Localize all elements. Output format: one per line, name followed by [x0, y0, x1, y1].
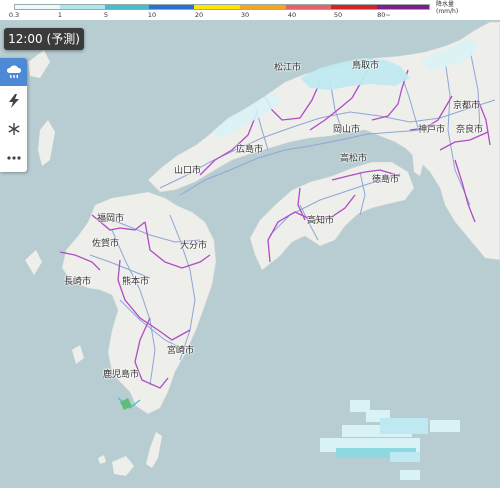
city-label-oita[interactable]: 大分市: [180, 238, 207, 251]
legend-tick-10: 10: [147, 11, 157, 19]
legend-swatch-8: [377, 5, 429, 9]
city-label-tottori[interactable]: 鳥取市: [352, 58, 379, 71]
legend-tick-40: 40: [287, 11, 297, 19]
map-canvas[interactable]: [0, 0, 500, 488]
city-label-takamatsu[interactable]: 高松市: [340, 151, 367, 164]
legend-swatch-3: [149, 5, 195, 9]
city-label-nagasaki[interactable]: 長崎市: [64, 274, 91, 287]
legend-swatch-0: [15, 5, 60, 9]
city-label-hiroshima[interactable]: 広島市: [236, 142, 263, 155]
city-label-kumamoto[interactable]: 熊本市: [122, 274, 149, 287]
snowflake-icon: [7, 123, 20, 135]
city-label-yamaguchi[interactable]: 山口市: [174, 163, 201, 176]
legend-swatch-2: [104, 5, 150, 9]
legend-swatch-6: [285, 5, 332, 9]
city-label-kyoto[interactable]: 京都市: [453, 98, 480, 111]
layer-toolbar: [0, 58, 27, 172]
snow-layer-button[interactable]: [0, 115, 27, 143]
city-label-matsue[interactable]: 松江市: [274, 60, 301, 73]
city-label-okayama[interactable]: 岡山市: [333, 122, 360, 135]
legend-tick-80: 80~: [377, 11, 391, 19]
legend-tick-1: 1: [57, 11, 63, 19]
legend-unit: 降水量 (mm/h): [436, 1, 458, 15]
city-label-fukuoka[interactable]: 福岡市: [97, 211, 124, 224]
forecast-time-badge[interactable]: 12:00 (予測): [4, 28, 84, 50]
legend-swatch-7: [331, 5, 378, 9]
lightning-layer-button[interactable]: [0, 87, 27, 115]
city-label-nara[interactable]: 奈良市: [456, 122, 483, 135]
legend-swatch-1: [59, 5, 105, 9]
legend-swatch-4: [194, 5, 240, 9]
legend-tick-20: 20: [194, 11, 204, 19]
more-options-button[interactable]: [0, 144, 27, 172]
city-label-miyazaki[interactable]: 宮崎市: [167, 343, 194, 356]
city-label-tokushima[interactable]: 徳島市: [372, 172, 399, 185]
rain-cloud-icon: [6, 65, 21, 78]
legend-swatch-5: [239, 5, 286, 9]
legend-tick-50: 50: [333, 11, 343, 19]
legend-color-bar: [14, 4, 430, 10]
more-icon: [6, 156, 21, 160]
legend-tick-5: 5: [103, 11, 109, 19]
rain-layer-button[interactable]: [0, 58, 27, 86]
legend-unit-mmh: (mm/h): [436, 8, 459, 15]
precipitation-legend: 0.3 1 5 10 20 30 40 50 80~ 降水量 (mm/h): [0, 0, 500, 20]
city-label-kagoshima[interactable]: 鹿児島市: [103, 367, 139, 380]
legend-tick-0.3: 0.3: [8, 11, 20, 19]
city-label-kobe[interactable]: 神戸市: [418, 122, 445, 135]
city-label-kochi[interactable]: 高知市: [307, 213, 334, 226]
city-label-saga[interactable]: 佐賀市: [92, 236, 119, 249]
legend-unit-title: 降水量: [436, 1, 455, 8]
lightning-icon: [8, 94, 19, 108]
legend-tick-30: 30: [240, 11, 250, 19]
